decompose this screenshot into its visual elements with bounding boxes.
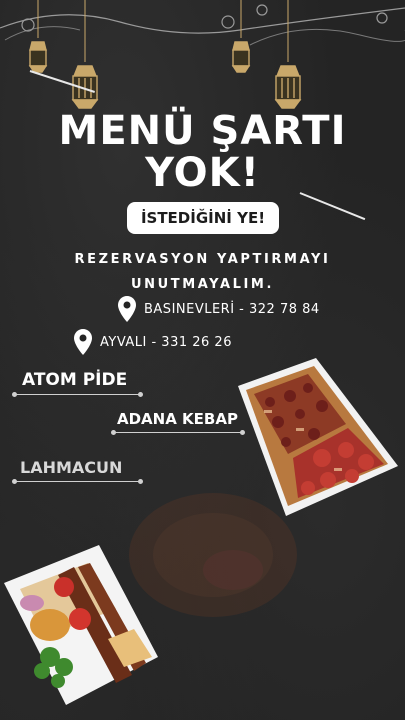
- menu-item-lahmacun: LAHMACUN: [12, 458, 143, 484]
- decorative-line-right: [299, 192, 366, 221]
- reservation-reminder-line-2: UNUTMAYALIM.: [130, 277, 275, 292]
- reservation-reminder-line-1: REZERVASYON YAPTIRMAYI: [74, 252, 331, 267]
- location-label: BASINEVLERİ - 322 78 84: [144, 301, 320, 317]
- menu-item-underline: [12, 479, 143, 484]
- menu-item-label: ATOM PİDE: [22, 370, 128, 390]
- location-ayvali: AYVALI - 331 26 26: [74, 329, 232, 355]
- kebab-plate-icon: [4, 545, 158, 705]
- location-basinevleri: BASINEVLERİ - 322 78 84: [118, 296, 320, 322]
- map-pin-icon: [118, 296, 136, 322]
- menu-item-adana-kebap: ADANA KEBAP: [111, 410, 245, 435]
- headline-line-1: MENÜ ŞARTI: [58, 108, 347, 154]
- menu-item-underline: [12, 392, 143, 397]
- headline-line-2: YOK!: [145, 150, 260, 196]
- menu-item-label: LAHMACUN: [20, 458, 123, 477]
- menu-item-label: ADANA KEBAP: [117, 410, 238, 428]
- lantern-garland-icon: [0, 0, 405, 109]
- menu-item-underline: [111, 430, 245, 435]
- slogan-badge: İSTEDİĞİNİ YE!: [127, 202, 279, 234]
- location-label: AYVALI - 331 26 26: [100, 334, 232, 350]
- map-pin-icon: [74, 329, 92, 355]
- menu-item-atom-pide: ATOM PİDE: [12, 370, 143, 397]
- lanterns-decoration: [0, 0, 405, 120]
- adana-kebab-plate-image: [4, 545, 158, 705]
